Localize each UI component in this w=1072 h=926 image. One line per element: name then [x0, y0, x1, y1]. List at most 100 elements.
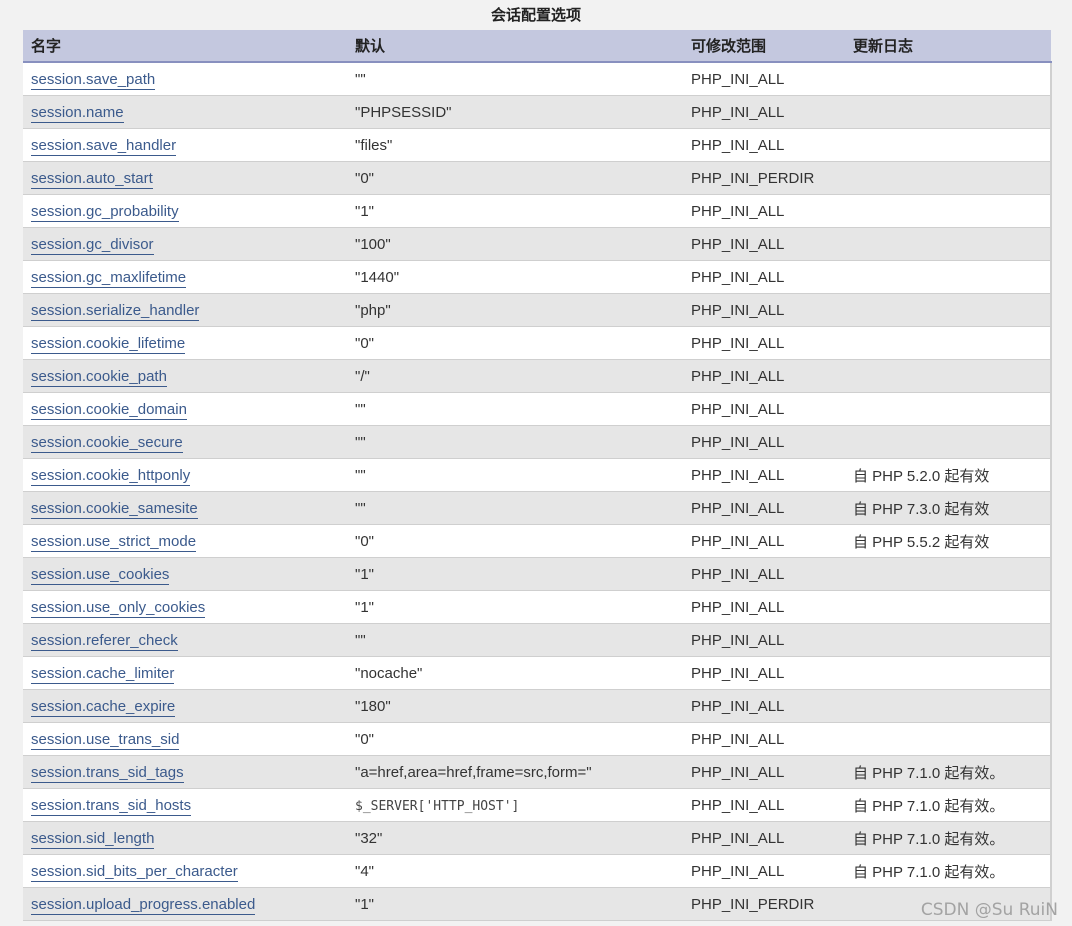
- default-value: "": [355, 400, 366, 418]
- table-row: session.upload_progress.enabled "1" PHP_IN…: [23, 887, 1052, 921]
- option-link[interactable]: session.referer_check: [31, 631, 178, 651]
- option-link[interactable]: session.cookie_path: [31, 367, 167, 387]
- changeable-scope-cell: PHP_INI_ALL: [683, 689, 845, 723]
- session-config-table: 名字 默认 可修改范围 更新日志 session.save_path "" PHP_…: [23, 30, 1052, 921]
- changelog: 自 PHP 7.1.0 起有效。: [853, 863, 1005, 881]
- changeable-scope-cell: PHP_INI_ALL: [683, 722, 845, 756]
- changelog-cell: [845, 260, 1052, 294]
- table-row: session.gc_maxlifetime "1440" PHP_INI_ALL: [23, 260, 1052, 294]
- option-link[interactable]: session.use_cookies: [31, 565, 170, 585]
- table-row: session.referer_check "" PHP_INI_ALL: [23, 623, 1052, 657]
- option-link[interactable]: session.cookie_httponly: [31, 466, 191, 486]
- changeable-scope-cell: PHP_INI_ALL: [683, 755, 845, 789]
- changelog-cell: [845, 161, 1052, 195]
- changeable-scope-cell: PHP_INI_PERDIR: [683, 887, 845, 921]
- option-link[interactable]: session.auto_start: [31, 169, 153, 189]
- option-link[interactable]: session.use_only_cookies: [31, 598, 206, 618]
- table-row: session.cookie_lifetime "0" PHP_INI_ALL: [23, 326, 1052, 360]
- default-value-cell: "0": [347, 326, 683, 360]
- option-link[interactable]: session.cookie_lifetime: [31, 334, 186, 354]
- default-value: "4": [355, 862, 374, 880]
- table-row: session.cache_expire "180" PHP_INI_ALL: [23, 689, 1052, 723]
- table-row: session.cookie_httponly "" PHP_INI_ALL 自 PH…: [23, 458, 1052, 492]
- default-value-cell: "": [347, 62, 683, 96]
- option-link[interactable]: session.trans_sid_hosts: [31, 796, 192, 816]
- changelog-cell: [845, 128, 1052, 162]
- changeable-scope-cell: PHP_INI_ALL: [683, 260, 845, 294]
- header-scope: 可修改范围: [683, 30, 845, 63]
- option-name-cell: session.cache_limiter: [23, 656, 347, 690]
- default-value-cell: "php": [347, 293, 683, 327]
- changelog-cell: [845, 425, 1052, 459]
- default-value-cell: "32": [347, 821, 683, 855]
- changelog-cell: [845, 392, 1052, 426]
- changeable-scope-cell: PHP_INI_ALL: [683, 293, 845, 327]
- default-value-cell: "100": [347, 227, 683, 261]
- option-link[interactable]: session.gc_probability: [31, 202, 179, 222]
- changeable-scope: PHP_INI_ALL: [691, 862, 785, 880]
- default-value-cell: "1": [347, 557, 683, 591]
- changelog: 自 PHP 5.5.2 起有效: [853, 533, 990, 551]
- option-name-cell: session.save_path: [23, 62, 347, 96]
- changeable-scope-cell: PHP_INI_ALL: [683, 128, 845, 162]
- option-link[interactable]: session.cache_limiter: [31, 664, 175, 684]
- changeable-scope: PHP_INI_ALL: [691, 235, 785, 253]
- changeable-scope: PHP_INI_ALL: [691, 532, 785, 550]
- changeable-scope: PHP_INI_ALL: [691, 466, 785, 484]
- option-link[interactable]: session.cache_expire: [31, 697, 176, 717]
- option-link[interactable]: session.gc_divisor: [31, 235, 154, 255]
- changeable-scope-cell: PHP_INI_ALL: [683, 524, 845, 558]
- option-link[interactable]: session.serialize_handler: [31, 301, 200, 321]
- default-value-cell: "4": [347, 854, 683, 888]
- table-row: session.cookie_domain "" PHP_INI_ALL: [23, 392, 1052, 426]
- table-row: session.use_cookies "1" PHP_INI_ALL: [23, 557, 1052, 591]
- changeable-scope-cell: PHP_INI_ALL: [683, 458, 845, 492]
- changelog: 自 PHP 7.1.0 起有效。: [853, 830, 1005, 848]
- option-name-cell: session.cookie_secure: [23, 425, 347, 459]
- option-link[interactable]: session.sid_bits_per_character: [31, 862, 238, 882]
- changeable-scope-cell: PHP_INI_ALL: [683, 95, 845, 129]
- table-caption: 会话配置选项: [490, 7, 581, 24]
- option-link[interactable]: session.gc_maxlifetime: [31, 268, 187, 288]
- default-value: "1": [355, 895, 374, 913]
- option-link[interactable]: session.save_path: [31, 70, 156, 90]
- changelog: 自 PHP 7.3.0 起有效: [853, 500, 990, 518]
- default-value: "": [355, 466, 366, 484]
- option-link[interactable]: session.trans_sid_tags: [31, 763, 184, 783]
- option-link[interactable]: session.save_handler: [31, 136, 177, 156]
- option-name-cell: session.cookie_path: [23, 359, 347, 393]
- option-link[interactable]: session.use_trans_sid: [31, 730, 180, 750]
- option-link[interactable]: session.name: [31, 103, 124, 123]
- default-value: "1": [355, 565, 374, 583]
- default-value: "1": [355, 598, 374, 616]
- changeable-scope: PHP_INI_ALL: [691, 697, 785, 715]
- changelog-cell: [845, 194, 1052, 228]
- option-name-cell: session.cookie_lifetime: [23, 326, 347, 360]
- changeable-scope-cell: PHP_INI_ALL: [683, 788, 845, 822]
- table-row: session.save_handler "files" PHP_INI_ALL: [23, 128, 1052, 162]
- default-value: "/": [355, 367, 370, 385]
- option-link[interactable]: session.cookie_samesite: [31, 499, 198, 519]
- default-value: "": [355, 70, 366, 88]
- option-name-cell: session.serialize_handler: [23, 293, 347, 327]
- option-name-cell: session.trans_sid_tags: [23, 755, 347, 789]
- default-value: "": [355, 631, 366, 649]
- table-row: session.trans_sid_tags "a=href,area=href,…: [23, 755, 1052, 789]
- changeable-scope: PHP_INI_ALL: [691, 202, 785, 220]
- table-row: session.cookie_path "/" PHP_INI_ALL: [23, 359, 1052, 393]
- option-link[interactable]: session.upload_progress.enabled: [31, 895, 256, 915]
- option-link[interactable]: session.cookie_secure: [31, 433, 183, 453]
- changeable-scope: PHP_INI_ALL: [691, 136, 785, 154]
- changeable-scope: PHP_INI_ALL: [691, 367, 785, 385]
- changeable-scope-cell: PHP_INI_ALL: [683, 194, 845, 228]
- default-value-cell: "0": [347, 524, 683, 558]
- option-link[interactable]: session.sid_length: [31, 829, 155, 849]
- table-row: session.auto_start "0" PHP_INI_PERDIR: [23, 161, 1052, 195]
- changeable-scope: PHP_INI_PERDIR: [691, 169, 815, 187]
- table-row: session.cookie_samesite "" PHP_INI_ALL 自 PH…: [23, 491, 1052, 525]
- option-link[interactable]: session.cookie_domain: [31, 400, 187, 420]
- default-value-cell: "180": [347, 689, 683, 723]
- default-value-cell: "1": [347, 194, 683, 228]
- changelog-cell: [845, 656, 1052, 690]
- option-link[interactable]: session.use_strict_mode: [31, 532, 197, 552]
